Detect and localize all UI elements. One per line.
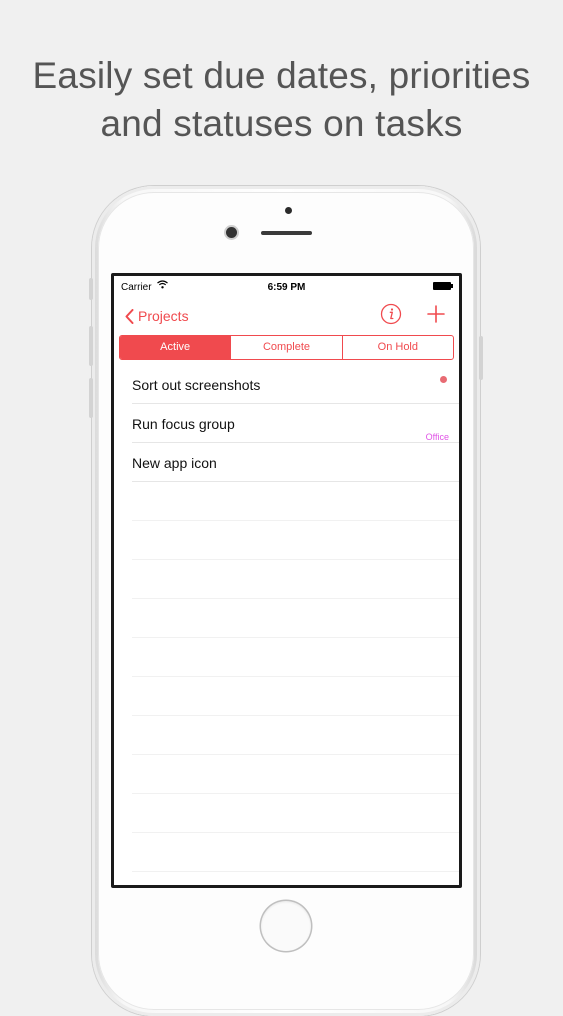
status-bar: Carrier 6:59 PM bbox=[114, 276, 459, 296]
segment-on-hold[interactable]: On Hold bbox=[341, 336, 453, 359]
empty-row bbox=[132, 521, 459, 560]
phone-screen: Carrier 6:59 PM Projects Active Complete… bbox=[111, 273, 462, 888]
battery-icon bbox=[433, 282, 453, 290]
status-segmented-control: Active Complete On Hold bbox=[119, 335, 454, 360]
empty-row bbox=[132, 482, 459, 521]
info-button[interactable] bbox=[380, 303, 402, 325]
power-button bbox=[479, 336, 483, 380]
front-camera bbox=[226, 227, 237, 238]
empty-row bbox=[132, 560, 459, 599]
task-tag: Office bbox=[425, 432, 449, 442]
empty-row bbox=[132, 833, 459, 872]
task-row[interactable]: New app icon bbox=[132, 443, 459, 482]
home-button[interactable] bbox=[261, 901, 311, 951]
headline-line-2: and statuses on tasks bbox=[100, 103, 463, 144]
mute-switch bbox=[89, 278, 93, 300]
empty-row bbox=[132, 794, 459, 833]
app-display: Carrier 6:59 PM Projects Active Complete… bbox=[114, 276, 459, 885]
navigation-bar: Projects bbox=[114, 298, 459, 338]
empty-row bbox=[132, 677, 459, 716]
segment-active[interactable]: Active bbox=[120, 336, 231, 359]
info-icon bbox=[380, 303, 402, 325]
empty-row bbox=[132, 599, 459, 638]
chevron-left-icon bbox=[125, 308, 134, 324]
empty-row bbox=[132, 638, 459, 677]
plus-icon bbox=[427, 305, 445, 323]
status-time: 6:59 PM bbox=[267, 282, 306, 293]
earpiece-speaker bbox=[261, 231, 312, 235]
empty-row bbox=[132, 716, 459, 755]
volume-down-button bbox=[89, 378, 93, 418]
task-title: New app icon bbox=[132, 455, 217, 471]
headline-line-1: Easily set due dates, priorities bbox=[32, 55, 531, 96]
task-title: Run focus group bbox=[132, 416, 235, 432]
proximity-sensor bbox=[285, 207, 292, 214]
priority-dot-icon bbox=[440, 376, 447, 383]
task-row[interactable]: Run focus group Office bbox=[132, 404, 459, 443]
headline: Easily set due dates, priorities and sta… bbox=[0, 52, 563, 148]
add-task-button[interactable] bbox=[425, 303, 447, 325]
empty-row bbox=[132, 755, 459, 794]
volume-up-button bbox=[89, 326, 93, 366]
back-button-label: Projects bbox=[138, 308, 189, 324]
back-button[interactable]: Projects bbox=[125, 304, 189, 328]
segment-complete[interactable]: Complete bbox=[230, 336, 341, 359]
task-row[interactable]: Sort out screenshots bbox=[132, 365, 459, 404]
task-title: Sort out screenshots bbox=[132, 377, 261, 393]
task-list: Sort out screenshots Run focus group Off… bbox=[114, 365, 459, 872]
